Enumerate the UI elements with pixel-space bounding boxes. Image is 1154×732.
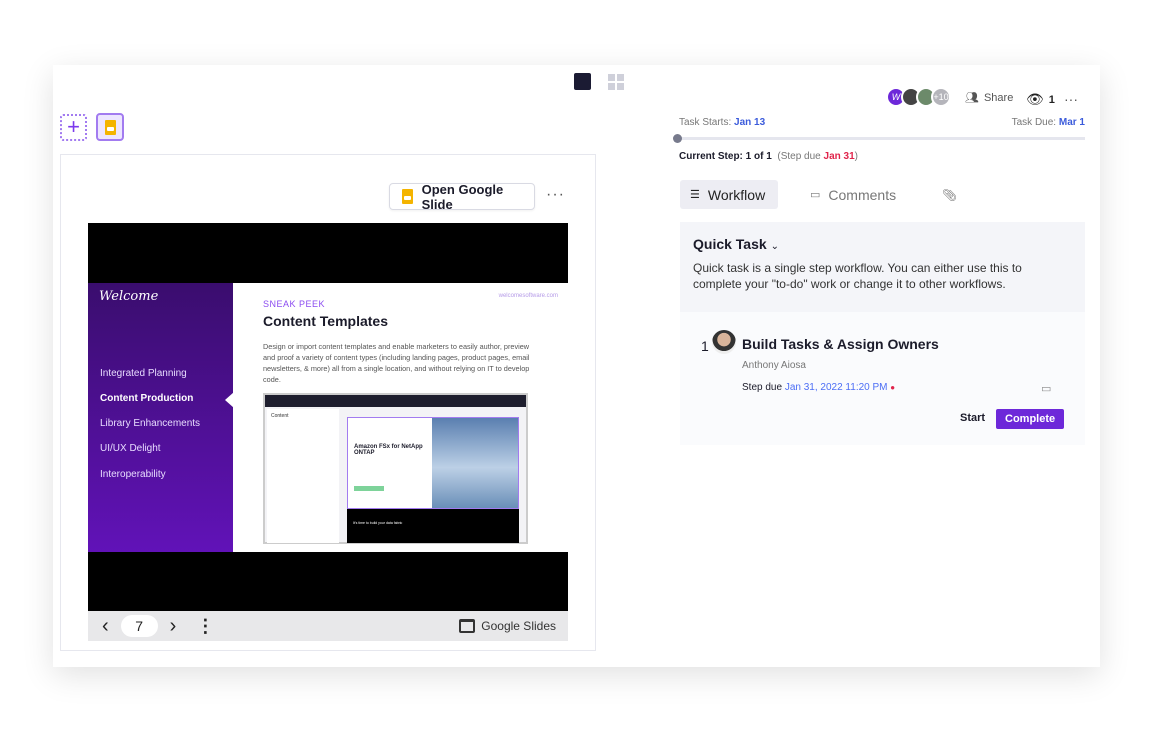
google-slides-icon xyxy=(104,119,116,135)
start-button[interactable]: Start xyxy=(960,412,985,424)
step-title: Build Tasks & Assign Owners xyxy=(742,336,939,352)
google-slides-link[interactable]: Google Slides xyxy=(459,619,556,633)
workflow-icon: ☰ xyxy=(690,189,700,201)
share-label: Share xyxy=(983,91,1014,104)
slide: Welcome Integrated Planning Content Prod… xyxy=(88,283,568,552)
tab-workflow[interactable]: ☰ Workflow xyxy=(680,180,778,209)
slide-nav-item: Integrated Planning xyxy=(100,368,187,379)
tab-comments[interactable]: ▭ Comments xyxy=(800,180,906,209)
skydiver-image xyxy=(432,418,518,508)
people-icon: 👥︎ xyxy=(965,92,979,104)
tab-attachments[interactable]: 📎︎ xyxy=(932,180,967,209)
slide-screenshot: Content Amazon FSx for NetApp ONTAP It's… xyxy=(263,393,528,544)
slide-sidebar: Welcome Integrated Planning Content Prod… xyxy=(88,283,234,552)
task-progress-track xyxy=(677,137,1085,140)
prev-slide-button[interactable]: ‹ xyxy=(102,615,109,638)
comment-icon: ▭ xyxy=(810,189,821,201)
slide-nav-item-active: Content Production xyxy=(100,393,194,404)
grid-view-icon[interactable] xyxy=(608,74,624,90)
single-view-icon[interactable] xyxy=(574,73,591,90)
slides-menu-button[interactable]: ⋮ xyxy=(196,616,214,637)
workflow-description: Quick task is a single step workflow. Yo… xyxy=(693,261,1022,291)
slide-nav-item: Library Enhancements xyxy=(100,418,201,429)
workflow-title[interactable]: Quick Task ⌄ xyxy=(693,236,1072,252)
slide-title: Content Templates xyxy=(263,313,388,329)
preview-more-button[interactable]: ··· xyxy=(546,186,565,204)
inner-footer: It's time to build your data fabric xyxy=(353,521,403,525)
google-slide-attachment-button[interactable] xyxy=(96,113,124,141)
slide-description: Design or import content templates and e… xyxy=(263,342,530,384)
owner-avatar xyxy=(712,330,736,354)
current-step: Current Step: 1 of 1 (Step due Jan 31) xyxy=(679,151,858,162)
collaborator-avatars[interactable]: W +10 xyxy=(886,87,951,107)
task-progress-knob xyxy=(673,134,682,143)
open-google-slide-button[interactable]: Open Google Slide xyxy=(389,181,535,212)
chevron-down-icon: ⌄ xyxy=(770,241,779,252)
inner-hero-title: Amazon FSx for NetApp ONTAP xyxy=(354,444,423,456)
more-options-button[interactable]: ··· xyxy=(1064,91,1078,107)
slides-toolbar: ‹ 7 › ⋮ Google Slides xyxy=(88,611,568,641)
add-attachment-button[interactable]: + xyxy=(60,114,87,141)
viewers-button[interactable]: 👁︎ 1 xyxy=(1026,91,1055,108)
slide-eyebrow: SNEAK PEEK xyxy=(263,299,326,309)
welcome-logo: Welcome xyxy=(99,289,159,304)
eye-icon: 👁︎ xyxy=(1026,91,1044,107)
share-button[interactable]: 👥︎ Share xyxy=(965,91,1014,105)
active-pointer xyxy=(225,392,234,408)
page-number-input[interactable]: 7 xyxy=(120,615,158,637)
paperclip-icon: 📎︎ xyxy=(942,187,958,202)
google-slides-icon xyxy=(459,619,476,633)
step-due: Step due Jan 31, 2022 11:20 PM ● xyxy=(742,382,896,393)
viewer-count: 1 xyxy=(1048,93,1055,106)
slide-url: welcomesoftware.com xyxy=(498,293,558,299)
inner-content-panel: Content xyxy=(267,409,339,543)
complete-button[interactable]: Complete xyxy=(996,409,1065,429)
slide-nav-item: Interoperability xyxy=(100,469,166,480)
brand-label: Google Slides xyxy=(481,619,556,633)
step-owner: Anthony Aiosa xyxy=(742,360,806,371)
step-number: 1 xyxy=(701,338,709,354)
avatar-more-count: +10 xyxy=(931,87,951,107)
open-button-label: Open Google Slide xyxy=(421,181,504,212)
overdue-icon: ● xyxy=(890,383,896,392)
next-slide-button[interactable]: › xyxy=(170,615,177,638)
workflow-summary: Quick Task ⌄ Quick task is a single step… xyxy=(680,222,1085,312)
slide-nav-item: UI/UX Delight xyxy=(100,443,161,454)
task-starts: Task Starts: Jan 13 xyxy=(679,117,766,128)
google-slides-icon xyxy=(402,189,413,204)
workflow-step: 1 Build Tasks & Assign Owners Anthony Ai… xyxy=(680,312,1085,445)
task-due: Task Due: Mar 1 xyxy=(1011,117,1085,128)
step-comment-icon[interactable]: ▭ xyxy=(1041,382,1051,395)
